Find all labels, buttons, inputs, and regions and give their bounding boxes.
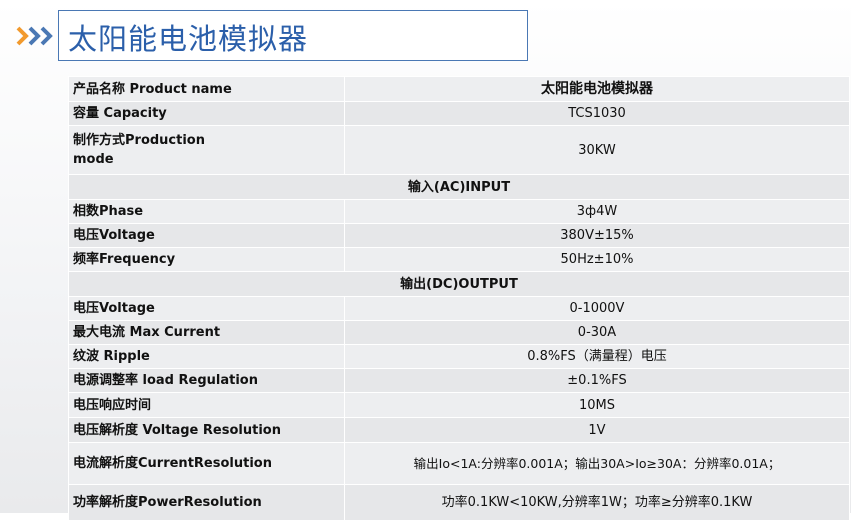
row-value: 1V [344, 417, 850, 443]
table-row: 制作方式Production mode 30KW [68, 125, 850, 175]
row-label: 纹波 Ripple [68, 344, 345, 369]
table-row: 频率Frequency 50Hz±10% [68, 247, 850, 272]
row-value: 0-1000V [344, 296, 850, 321]
row-value: 50Hz±10% [344, 247, 850, 272]
row-value: 30KW [344, 125, 850, 175]
table-row: 相数Phase 3ф4W [68, 199, 850, 224]
row-label: 电流解析度CurrentResolution [68, 442, 345, 485]
row-value: 3ф4W [344, 199, 850, 224]
row-value: 380V±15% [344, 223, 850, 248]
row-label: 电压响应时间 [68, 392, 345, 418]
table-row: 电压响应时间 10MS [68, 392, 850, 418]
row-value: 功率0.1KW<10KW,分辨率1W；功率≥分辨率0.1KW [344, 484, 850, 521]
row-label: 电压Voltage [68, 223, 345, 248]
row-value: 0.8%FS（满量程）电压 [344, 344, 850, 369]
table-row: 产品名称 Product name 太阳能电池模拟器 [68, 76, 850, 102]
row-value: ±0.1%FS [344, 368, 850, 393]
row-value: 输出Io<1A:分辨率0.001A；输出30A>Io≥30A：分辨率0.01A； [344, 442, 850, 485]
row-label: 电源调整率 load Regulation [68, 368, 345, 393]
row-value: 0-30A [344, 320, 850, 345]
table-row: 电源调整率 load Regulation ±0.1%FS [68, 368, 850, 393]
table-section-row: 输入(AC)INPUT [68, 174, 850, 200]
section-header-input: 输入(AC)INPUT [68, 174, 850, 200]
row-label: 制作方式Production mode [68, 125, 345, 175]
row-value: 太阳能电池模拟器 [344, 76, 850, 102]
row-label: 容量 Capacity [68, 101, 345, 126]
row-label: 频率Frequency [68, 247, 345, 272]
table-row: 最大电流 Max Current 0-30A [68, 320, 850, 345]
row-label: 相数Phase [68, 199, 345, 224]
table-row: 容量 Capacity TCS1030 [68, 101, 850, 126]
table-row: 电流解析度CurrentResolution 输出Io<1A:分辨率0.001A… [68, 442, 850, 485]
row-label: 电压解析度 Voltage Resolution [68, 417, 345, 443]
row-value: 10MS [344, 392, 850, 418]
row-value: TCS1030 [344, 101, 850, 126]
row-label: 产品名称 Product name [68, 76, 345, 102]
section-header-output: 输出(DC)OUTPUT [68, 271, 850, 297]
row-label: 电压Voltage [68, 296, 345, 321]
table-row: 功率解析度PowerResolution 功率0.1KW<10KW,分辨率1W；… [68, 484, 850, 521]
row-label: 最大电流 Max Current [68, 320, 345, 345]
page-title: 太阳能电池模拟器 [68, 22, 309, 56]
double-chevron-icon [16, 26, 53, 46]
table-row: 电压Voltage 0-1000V [68, 296, 850, 321]
spec-table: 产品名称 Product name 太阳能电池模拟器 容量 Capacity T… [68, 76, 850, 521]
table-row: 纹波 Ripple 0.8%FS（满量程）电压 [68, 344, 850, 369]
row-label: 功率解析度PowerResolution [68, 484, 345, 521]
table-section-row: 输出(DC)OUTPUT [68, 271, 850, 297]
table-row: 电压解析度 Voltage Resolution 1V [68, 417, 850, 443]
table-row: 电压Voltage 380V±15% [68, 223, 850, 248]
